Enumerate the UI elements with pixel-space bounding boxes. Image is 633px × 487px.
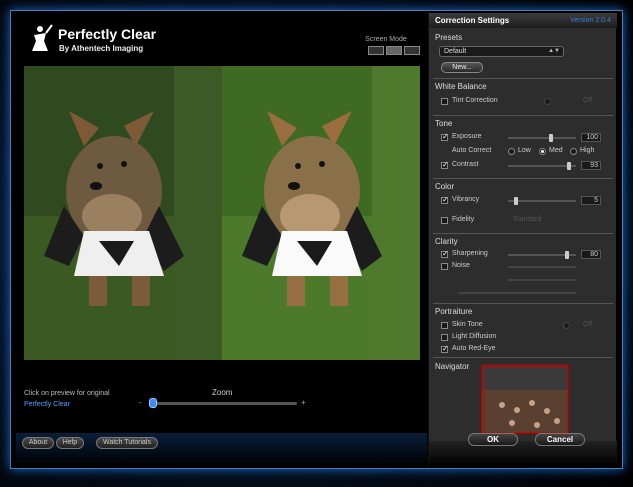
vibrancy-slider[interactable] xyxy=(508,200,576,202)
skin-tone-off-radio[interactable] xyxy=(563,322,570,329)
auto-red-eye-label: Auto Red-Eye xyxy=(452,345,496,352)
vibrancy-slider-handle[interactable] xyxy=(514,197,518,205)
skin-tone-off-label: Off xyxy=(583,321,593,328)
sharpening-label: Sharpening xyxy=(452,250,488,257)
light-diffusion-label: Light Diffusion xyxy=(452,333,497,340)
sharpening-slider-handle[interactable] xyxy=(565,251,569,259)
white-balance-heading: White Balance xyxy=(435,82,487,91)
noise-checkbox[interactable] xyxy=(441,263,448,270)
screen-mode-stacked-button[interactable] xyxy=(404,46,420,55)
screen-mode-toggle xyxy=(368,46,420,55)
about-button[interactable]: About xyxy=(22,437,54,449)
fidelity-dropdown[interactable]: Standard xyxy=(513,216,541,223)
vibrancy-checkbox[interactable] xyxy=(441,195,449,204)
auto-correct-low-radio[interactable] xyxy=(508,148,515,155)
divider xyxy=(433,233,613,234)
tone-heading: Tone xyxy=(435,119,453,128)
presets-heading: Presets xyxy=(435,33,463,42)
screen-mode-split-button[interactable] xyxy=(386,46,402,55)
noise-label: Noise xyxy=(452,262,470,269)
exposure-slider[interactable] xyxy=(508,137,576,139)
cancel-button[interactable]: Cancel xyxy=(535,433,585,446)
new-preset-button[interactable]: New... xyxy=(441,62,483,73)
brand-logo: Perfectly Clear By Athentech Imaging xyxy=(24,23,164,63)
preview-after-image[interactable] xyxy=(222,66,420,360)
brand-figure-icon xyxy=(32,24,53,51)
auto-red-eye-checkbox[interactable] xyxy=(441,344,449,353)
screen-mode-label: Screen Mode xyxy=(365,36,407,43)
preview-pane: Perfectly Clear By Athentech Imaging Scr… xyxy=(16,13,427,466)
navigator-image xyxy=(482,365,568,433)
color-heading: Color xyxy=(435,182,455,191)
perfectly-clear-link[interactable]: Perfectly Clear xyxy=(24,401,70,408)
exposure-slider-handle[interactable] xyxy=(549,134,553,142)
dog-photo-after xyxy=(222,66,420,360)
dropdown-arrow-icon: ▲▼ xyxy=(548,48,560,54)
divider xyxy=(433,178,613,179)
dog-photo-before xyxy=(24,66,222,360)
contrast-slider[interactable] xyxy=(508,165,576,167)
version-label: Version 2.0.4 xyxy=(570,17,611,24)
auto-correct-med-radio[interactable] xyxy=(539,148,546,155)
presets-dropdown[interactable]: Default ▲▼ xyxy=(439,46,564,57)
sharpening-value[interactable]: 80 xyxy=(581,250,601,259)
auto-correct-high-label: High xyxy=(580,147,595,154)
zoom-label: Zoom xyxy=(212,388,233,397)
divider xyxy=(433,78,613,79)
panel-title: Correction Settings xyxy=(435,16,510,25)
exposure-label: Exposure xyxy=(452,133,482,140)
contrast-label: Contrast xyxy=(452,161,479,168)
help-button[interactable]: Help xyxy=(56,437,84,449)
light-diffusion-checkbox[interactable] xyxy=(441,334,448,341)
divider xyxy=(433,115,613,116)
contrast-value[interactable]: 93 xyxy=(581,161,601,170)
auto-correct-low-label: Low xyxy=(518,147,531,154)
noise-slider-tertiary[interactable] xyxy=(459,292,576,294)
tint-off-label: Off xyxy=(583,97,593,104)
zoom-slider-handle[interactable] xyxy=(149,398,157,408)
contrast-slider-handle[interactable] xyxy=(567,162,571,170)
fidelity-label: Fidelity xyxy=(452,216,475,223)
portraiture-heading: Portraiture xyxy=(435,307,473,316)
noise-slider-secondary[interactable] xyxy=(508,279,576,281)
noise-slider[interactable] xyxy=(508,266,576,268)
zoom-slider[interactable] xyxy=(149,402,297,405)
zoom-in-icon[interactable]: + xyxy=(301,398,306,407)
vibrancy-value[interactable]: 5 xyxy=(581,196,601,205)
tint-off-radio[interactable] xyxy=(544,98,551,105)
sharpening-checkbox[interactable] xyxy=(441,249,449,258)
auto-correct-med-label: Med xyxy=(549,147,563,154)
panel-footer xyxy=(429,441,617,466)
zoom-out-icon[interactable]: - xyxy=(139,398,142,407)
correction-settings-panel: Correction Settings Version 2.0.4 Preset… xyxy=(428,13,617,466)
screen-mode-single-button[interactable] xyxy=(368,46,384,55)
vibrancy-label: Vibrancy xyxy=(452,196,480,203)
preview-before-image[interactable] xyxy=(24,66,222,360)
skin-tone-checkbox[interactable] xyxy=(441,322,448,329)
navigator-heading: Navigator xyxy=(435,362,470,371)
auto-correct-label: Auto Correct xyxy=(452,147,492,154)
preview-hint: Click on preview for original xyxy=(24,390,110,397)
auto-correct-high-radio[interactable] xyxy=(570,148,577,155)
panel-header: Correction Settings Version 2.0.4 xyxy=(429,13,617,28)
skin-tone-label: Skin Tone xyxy=(452,321,483,328)
divider xyxy=(433,303,613,304)
ok-button[interactable]: OK xyxy=(468,433,518,446)
fidelity-checkbox[interactable] xyxy=(441,217,448,224)
exposure-checkbox[interactable] xyxy=(441,132,449,141)
watch-tutorials-button[interactable]: Watch Tutorials xyxy=(96,437,158,449)
presets-selected: Default xyxy=(444,48,467,55)
clarity-heading: Clarity xyxy=(435,237,458,246)
brand-title: Perfectly Clear xyxy=(58,26,157,42)
exposure-value[interactable]: 100 xyxy=(581,133,601,142)
brand-subtitle: By Athentech Imaging xyxy=(59,44,144,53)
divider xyxy=(433,357,613,358)
contrast-checkbox[interactable] xyxy=(441,160,449,169)
tint-correction-label: Tint Correction xyxy=(452,97,498,104)
navigator-thumbnail[interactable] xyxy=(481,364,569,434)
tint-correction-checkbox[interactable] xyxy=(441,98,448,105)
image-preview[interactable] xyxy=(24,66,420,360)
